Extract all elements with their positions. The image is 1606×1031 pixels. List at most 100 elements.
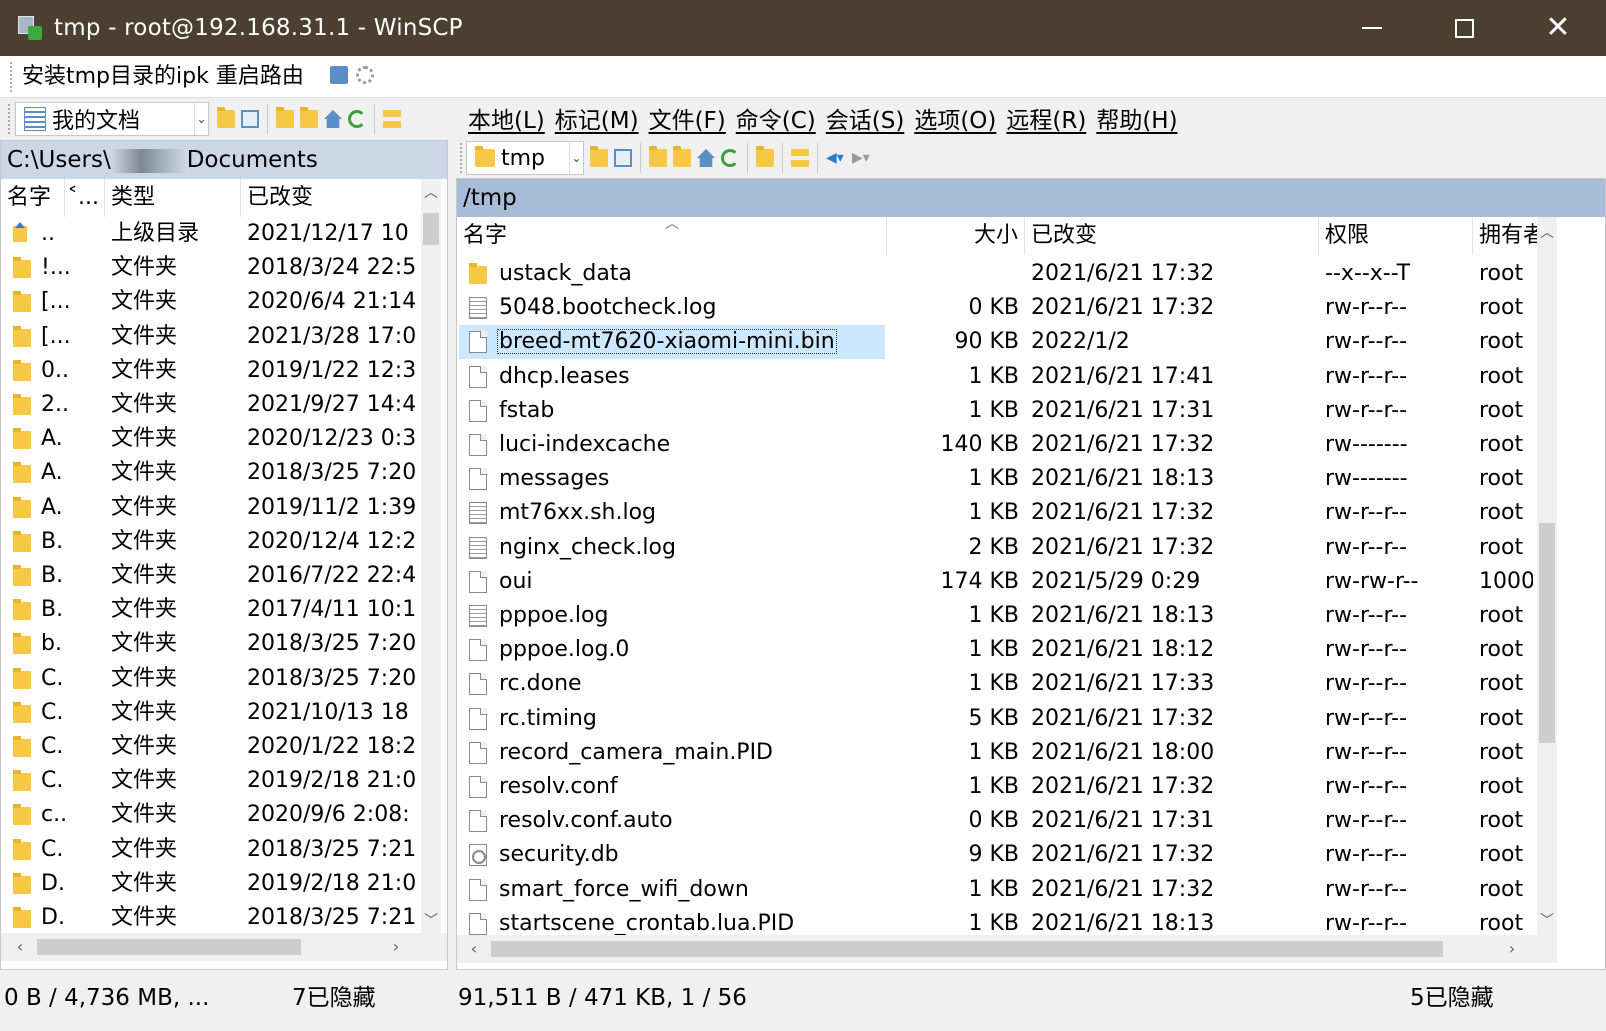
close-button[interactable]: ✕ <box>1512 0 1604 56</box>
local-file-list[interactable]: .. 上级目录 2021/12/17 10!... 文件夹 2018/3/24 22:5… <box>1 217 415 933</box>
root-directory-icon[interactable] <box>673 146 691 167</box>
open-folder-icon[interactable] <box>590 146 608 167</box>
chevron-down-icon[interactable]: ⌄ <box>569 142 583 174</box>
scrollbar-thumb[interactable] <box>491 941 1443 957</box>
table-row[interactable]: B. 文件夹 2020/12/4 12:2 <box>1 525 415 559</box>
toolbar-grip[interactable] <box>10 62 13 92</box>
filter-icon[interactable] <box>614 149 632 167</box>
maximize-button[interactable] <box>1418 0 1510 56</box>
menu-session[interactable]: 会话(S) <box>826 101 905 135</box>
forward-arrow-icon[interactable]: ▶▾ <box>852 149 872 167</box>
col-changed[interactable]: 已改变 <box>1025 217 1319 255</box>
local-path-bar[interactable]: C:\Users\ Documents <box>1 141 447 179</box>
table-row[interactable]: messages 1 KB 2021/6/21 18:13 rw------- root <box>457 462 1533 496</box>
back-arrow-icon[interactable]: ◀▾ <box>826 149 846 167</box>
toolbar-grip[interactable] <box>460 143 462 173</box>
filter-icon[interactable] <box>241 110 259 128</box>
scroll-down-arrow-icon[interactable]: ﹀ <box>421 911 441 931</box>
table-row[interactable]: breed-mt7620-xiaomi-mini.bin 90 KB 2022/1/… <box>457 325 1533 360</box>
root-directory-icon[interactable] <box>300 107 318 128</box>
table-row[interactable]: [... 文件夹 2021/3/28 17:0 <box>1 320 415 354</box>
table-row[interactable]: rc.done 1 KB 2021/6/21 17:33 rw-r--r-- root <box>457 667 1533 701</box>
minimize-button[interactable] <box>1326 0 1418 56</box>
scrollbar-thumb[interactable] <box>37 939 301 955</box>
directory-tree-icon[interactable] <box>383 110 401 128</box>
menu-local[interactable]: 本地(L) <box>468 101 545 135</box>
scroll-up-arrow-icon[interactable]: ︿ <box>421 183 441 203</box>
table-row[interactable]: A. 文件夹 2018/3/25 7:20 <box>1 456 415 490</box>
table-row[interactable]: dhcp.leases 1 KB 2021/6/21 17:41 rw-r--r-- r… <box>457 360 1533 394</box>
remote-path-bar[interactable]: /tmp <box>457 179 1605 217</box>
panel-splitter[interactable] <box>450 98 454 970</box>
chevron-down-icon[interactable]: ⌄ <box>194 103 208 135</box>
table-row[interactable]: A. 文件夹 2019/11/2 1:39 <box>1 491 415 525</box>
table-row[interactable]: 0.. 文件夹 2019/1/22 12:3 <box>1 354 415 388</box>
table-row[interactable]: c.. 文件夹 2020/9/6 2:08: <box>1 798 415 832</box>
open-folder-icon[interactable] <box>217 107 235 128</box>
table-row[interactable]: !... 文件夹 2018/3/24 22:5 <box>1 251 415 285</box>
table-row[interactable]: 5048.bootcheck.log 0 KB 2021/6/21 17:32 rw-… <box>457 291 1533 325</box>
refresh-icon[interactable] <box>348 110 366 128</box>
remote-vertical-scrollbar[interactable]: ︿ ﹀ <box>1537 217 1557 935</box>
table-row[interactable]: luci-indexcache 140 KB 2021/6/21 17:32 rw--… <box>457 428 1533 462</box>
gear-icon[interactable] <box>356 66 374 84</box>
table-row[interactable]: C. 文件夹 2019/2/18 21:0 <box>1 764 415 798</box>
remote-horizontal-scrollbar[interactable]: ‹ › <box>457 935 1557 963</box>
menu-files[interactable]: 文件(F) <box>649 101 726 135</box>
menu-remote[interactable]: 远程(R) <box>1006 101 1086 135</box>
home-icon[interactable] <box>697 149 715 167</box>
table-row[interactable]: nginx_check.log 2 KB 2021/6/21 17:32 rw-r--… <box>457 531 1533 565</box>
table-row[interactable]: mt76xx.sh.log 1 KB 2021/6/21 17:32 rw-r--r-… <box>457 496 1533 530</box>
col-size[interactable]: ˂... <box>65 179 105 217</box>
remote-location-combo[interactable]: tmp ⌄ <box>466 141 584 175</box>
table-row[interactable]: security.db 9 KB 2021/6/21 17:32 rw-r--r-- r… <box>457 838 1533 872</box>
table-row[interactable]: pppoe.log.0 1 KB 2021/6/21 18:12 rw-r--r-- r… <box>457 633 1533 667</box>
scrollbar-thumb[interactable] <box>1539 523 1555 743</box>
scroll-left-arrow-icon[interactable]: ‹ <box>463 935 485 963</box>
scroll-right-arrow-icon[interactable]: › <box>385 933 407 961</box>
table-row[interactable]: C. 文件夹 2018/3/25 7:20 <box>1 662 415 696</box>
home-icon[interactable] <box>324 110 342 128</box>
table-row[interactable]: resolv.conf.auto 0 KB 2021/6/21 17:31 rw-r-… <box>457 804 1533 838</box>
remote-hidden-count[interactable]: 5已隐藏 <box>1410 978 1494 1018</box>
table-row[interactable]: C. 文件夹 2021/10/13 18 <box>1 696 415 730</box>
custom-command-item[interactable]: 安装tmp目录的ipk 重启路由 <box>22 62 304 92</box>
table-row[interactable]: b. 文件夹 2018/3/25 7:20 <box>1 627 415 661</box>
table-row[interactable]: ustack_data 2021/6/21 17:32 --x--x--T root <box>457 257 1533 291</box>
scroll-down-arrow-icon[interactable]: ﹀ <box>1537 911 1557 931</box>
col-changed[interactable]: 已改变 <box>241 179 427 217</box>
col-name[interactable]: 名字 ︿ <box>457 217 887 255</box>
table-row[interactable]: B. 文件夹 2016/7/22 22:4 <box>1 559 415 593</box>
col-name[interactable]: 名字 <box>1 179 65 217</box>
command-link-icon[interactable] <box>330 66 348 84</box>
table-row[interactable]: C. 文件夹 2018/3/25 7:21 <box>1 833 415 867</box>
local-location-combo[interactable]: 我的文档 ⌄ <box>15 102 209 136</box>
table-row[interactable]: pppoe.log 1 KB 2021/6/21 18:13 rw-r--r-- roo… <box>457 599 1533 633</box>
local-horizontal-scrollbar[interactable]: ‹ › <box>1 933 447 961</box>
table-row[interactable]: 2.. 文件夹 2021/9/27 14:4 <box>1 388 415 422</box>
local-hidden-count[interactable]: 7已隐藏 <box>292 978 376 1018</box>
table-row[interactable]: D. 文件夹 2018/3/25 7:21 <box>1 901 415 933</box>
menu-mark[interactable]: 标记(M) <box>555 101 639 135</box>
parent-directory-icon[interactable] <box>276 107 294 128</box>
table-row[interactable]: smart_force_wifi_down 1 KB 2021/6/21 17:32… <box>457 873 1533 907</box>
directory-tree-icon[interactable] <box>791 149 809 167</box>
table-row[interactable]: B. 文件夹 2017/4/11 10:1 <box>1 593 415 627</box>
table-row[interactable]: resolv.conf 1 KB 2021/6/21 17:32 rw-r--r-- r… <box>457 770 1533 804</box>
remote-file-list[interactable]: ustack_data 2021/6/21 17:32 --x--x--T root 5… <box>457 257 1533 935</box>
table-row[interactable]: .. 上级目录 2021/12/17 10 <box>1 217 415 251</box>
table-row[interactable]: [... 文件夹 2020/6/4 21:14 <box>1 285 415 319</box>
table-row[interactable]: A. 文件夹 2020/12/23 0:3 <box>1 422 415 456</box>
scroll-left-arrow-icon[interactable]: ‹ <box>9 933 31 961</box>
menu-help[interactable]: 帮助(H) <box>1096 101 1177 135</box>
local-vertical-scrollbar[interactable]: ︿ ﹀ <box>421 179 441 933</box>
table-row[interactable]: oui 174 KB 2021/5/29 0:29 rw-rw-r-- 1000 <box>457 565 1533 599</box>
table-row[interactable]: rc.timing 5 KB 2021/6/21 17:32 rw-r--r-- roo… <box>457 702 1533 736</box>
table-row[interactable]: startscene_crontab.lua.PID 1 KB 2021/6/21 … <box>457 907 1533 935</box>
scroll-right-arrow-icon[interactable]: › <box>1501 935 1523 963</box>
col-rights[interactable]: 权限 <box>1319 217 1473 255</box>
scroll-up-arrow-icon[interactable]: ︿ <box>1537 223 1557 243</box>
refresh-icon[interactable] <box>721 149 739 167</box>
menu-options[interactable]: 选项(O) <box>914 101 996 135</box>
table-row[interactable]: record_camera_main.PID 1 KB 2021/6/21 18:0… <box>457 736 1533 770</box>
